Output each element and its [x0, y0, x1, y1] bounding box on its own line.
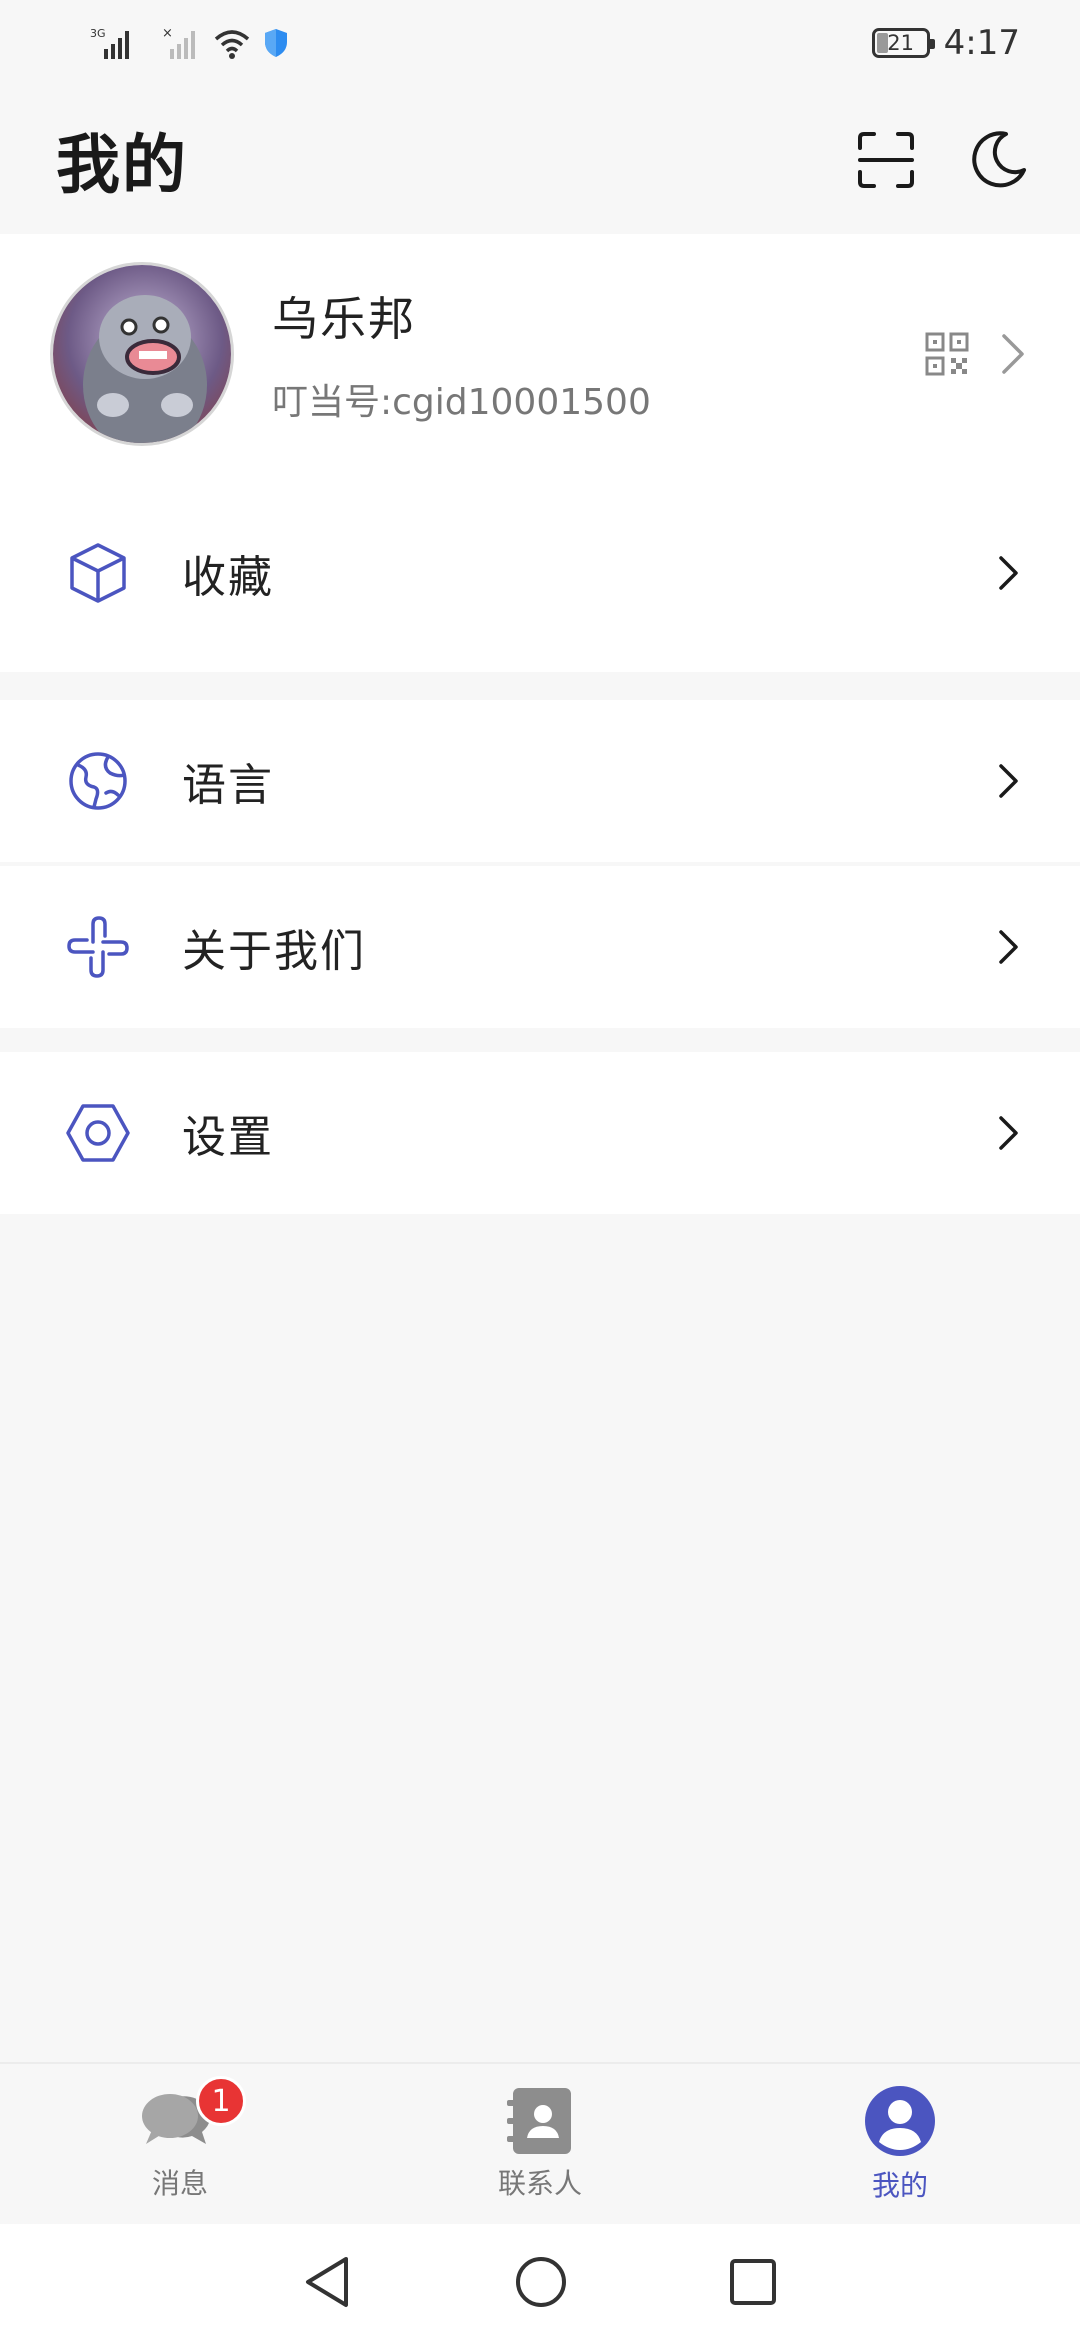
cube-icon — [64, 539, 132, 607]
menu-item-about[interactable]: 关于我们 — [0, 866, 1080, 1028]
chevron-right-icon — [992, 551, 1026, 595]
header: 我的 — [0, 86, 1080, 234]
wifi-icon — [214, 30, 250, 59]
tab-messages[interactable]: 1 消息 — [30, 2076, 330, 2202]
back-icon[interactable] — [302, 2255, 354, 2309]
scan-button[interactable] — [854, 128, 918, 192]
system-nav-bar — [0, 2224, 1080, 2340]
no-signal-icon: × — [162, 26, 195, 59]
battery-icon: 21 — [871, 28, 935, 58]
globe-icon — [64, 747, 132, 815]
page-title: 我的 — [56, 129, 188, 203]
dark-mode-button[interactable] — [966, 128, 1030, 192]
hexagon-settings-icon — [64, 1099, 132, 1167]
svg-text:×: × — [162, 26, 173, 41]
unread-badge: 1 — [196, 2076, 246, 2126]
bottom-tab-bar: 1 消息 联系人 我的 — [0, 2062, 1080, 2224]
tab-label: 消息 — [151, 2167, 208, 2200]
tab-me[interactable]: 我的 — [750, 2084, 1050, 2204]
network-type-label: 3G — [90, 27, 106, 40]
profile-name: 乌乐邦 — [272, 292, 416, 346]
moon-icon — [972, 131, 1026, 188]
clock: 4:17 — [943, 23, 1020, 63]
profile-info: 乌乐邦 叮当号:cgid10001500 — [272, 283, 924, 425]
menu-item-favorites[interactable]: 收藏 — [0, 474, 1080, 672]
qr-code-icon[interactable] — [924, 331, 970, 377]
menu-item-label: 语言 — [182, 760, 274, 811]
tab-label: 联系人 — [497, 2167, 582, 2200]
chevron-right-icon — [992, 1111, 1026, 1155]
profile-card[interactable]: 乌乐邦 叮当号:cgid10001500 — [0, 234, 1080, 474]
avatar[interactable] — [50, 262, 234, 446]
tab-contacts[interactable]: 联系人 — [390, 2086, 690, 2202]
profile-actions — [924, 331, 1026, 377]
tab-label: 我的 — [871, 2169, 928, 2202]
menu-item-label: 收藏 — [182, 552, 274, 603]
profile-id: 叮当号:cgid10001500 — [272, 382, 651, 423]
status-bar: 3G × 21 4:17 — [0, 0, 1080, 86]
menu-item-language[interactable]: 语言 — [0, 700, 1080, 862]
profile-chevron-right-icon — [1002, 334, 1024, 374]
header-actions — [854, 128, 1030, 192]
menu-item-label: 设置 — [182, 1112, 274, 1163]
recent-apps-icon[interactable] — [728, 2257, 778, 2307]
status-left: 3G × — [90, 25, 290, 61]
user-profile-icon — [865, 2086, 935, 2156]
scan-icon — [858, 132, 914, 188]
cellular-signal-icon: 3G — [90, 27, 129, 59]
shield-icon — [265, 29, 287, 57]
battery-level: 21 — [887, 31, 914, 55]
chevron-right-icon — [992, 925, 1026, 969]
link-cross-icon — [64, 913, 132, 981]
status-right: 21 4:17 — [871, 23, 1020, 63]
contacts-book-icon — [507, 2088, 571, 2154]
avatar-image — [53, 265, 231, 443]
menu-item-settings[interactable]: 设置 — [0, 1052, 1080, 1214]
home-icon[interactable] — [514, 2255, 568, 2309]
chevron-right-icon — [992, 759, 1026, 803]
menu-item-label: 关于我们 — [182, 926, 366, 977]
